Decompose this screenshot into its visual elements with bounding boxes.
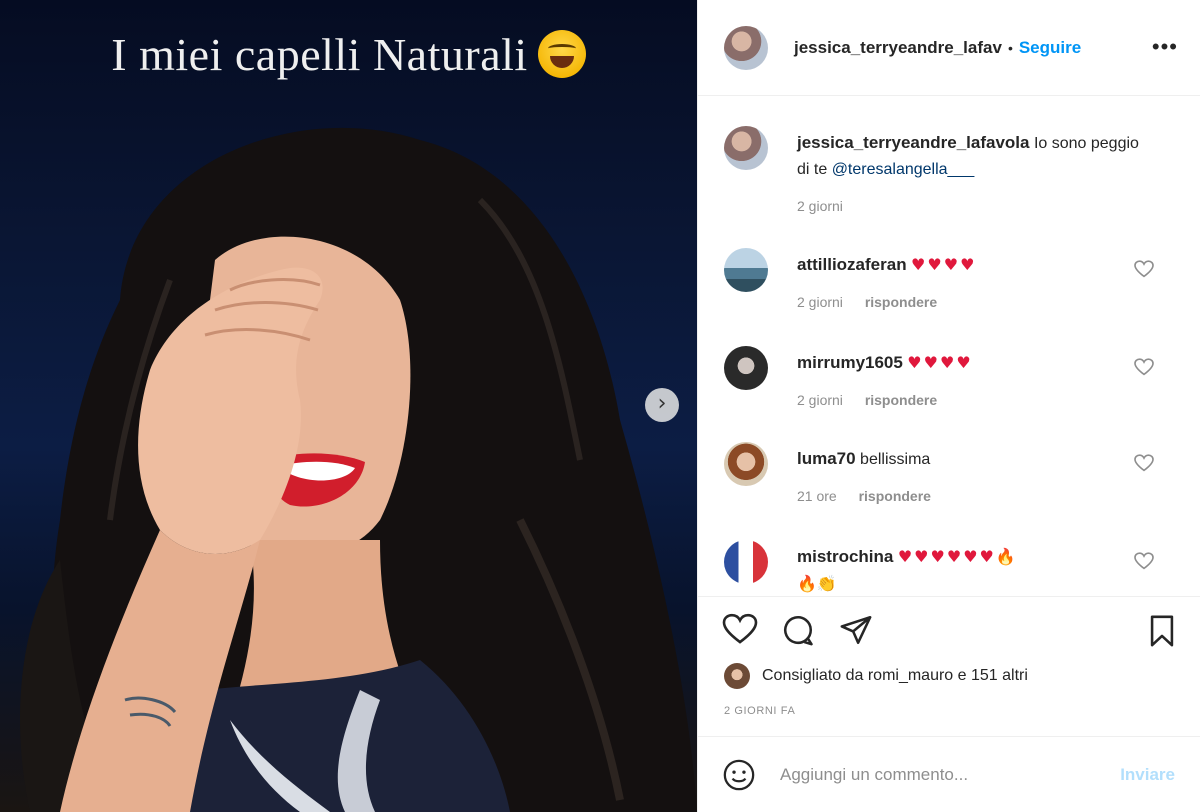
comment-icon[interactable] bbox=[780, 613, 816, 647]
caption-username[interactable]: jessica_terryeandre_lafavola bbox=[797, 133, 1030, 152]
image-caption-overlay: I miei capelli Naturali bbox=[0, 28, 697, 81]
comment-username[interactable]: mirrumy1605 bbox=[797, 353, 903, 372]
post-comment-button[interactable]: Inviare bbox=[1120, 765, 1175, 785]
post-timestamp: 2 GIORNI FA bbox=[724, 705, 796, 717]
comment-text: bellissima bbox=[860, 451, 931, 468]
like-comment-icon[interactable] bbox=[1134, 552, 1154, 570]
heart-icon[interactable] bbox=[722, 613, 758, 645]
comment-avatar[interactable] bbox=[724, 442, 768, 486]
like-comment-icon[interactable] bbox=[1134, 358, 1154, 376]
smiley-icon[interactable] bbox=[722, 758, 756, 792]
comment-body: mirrumy1605 ♥♥♥♥ bbox=[797, 350, 1142, 377]
like-comment-icon[interactable] bbox=[1134, 454, 1154, 472]
author-username[interactable]: jessica_terryeandre_lafav bbox=[794, 38, 1002, 58]
comment-username[interactable]: attilliozaferan bbox=[797, 255, 907, 274]
post-media[interactable]: I miei capelli Naturali › bbox=[0, 0, 697, 812]
comment-input[interactable] bbox=[780, 764, 1080, 785]
liked-by-row: Consigliato da romi_mauro e 151 altri bbox=[724, 663, 1028, 689]
comment-emoji-line2: 🔥👏 bbox=[797, 574, 837, 593]
comment-hearts: ♥♥♥♥ bbox=[907, 353, 973, 372]
author-avatar[interactable] bbox=[724, 25, 768, 70]
comment-hearts: ♥♥♥♥♥♥ bbox=[897, 547, 996, 566]
follow-button[interactable]: Seguire bbox=[1019, 38, 1081, 58]
bookmark-icon[interactable] bbox=[1145, 613, 1179, 649]
comment-avatar[interactable] bbox=[724, 346, 768, 390]
add-comment-bar: Inviare bbox=[698, 736, 1200, 812]
laughing-emoji-icon bbox=[537, 30, 586, 78]
post-actions: Consigliato da romi_mauro e 151 altri 2 … bbox=[698, 596, 1200, 746]
comments-list[interactable]: jessica_terryeandre_lafavola Io sono peg… bbox=[698, 96, 1200, 596]
reply-button[interactable]: rispondere bbox=[865, 392, 937, 408]
comment-meta: 2 giorni rispondere bbox=[797, 392, 955, 408]
comment-body: mistrochina ♥♥♥♥♥♥🔥 🔥👏 bbox=[797, 544, 1142, 596]
comment-username[interactable]: luma70 bbox=[797, 449, 856, 468]
comment-avatar[interactable] bbox=[724, 248, 768, 292]
image-caption-text: I miei capelli Naturali bbox=[111, 29, 528, 80]
caption-body: jessica_terryeandre_lafavola Io sono peg… bbox=[797, 130, 1142, 183]
comment-time: 21 ore bbox=[797, 488, 837, 504]
caption-mention-link[interactable]: @teresalangella___ bbox=[832, 161, 975, 178]
reply-button[interactable]: rispondere bbox=[859, 488, 931, 504]
caption-time: 2 giorni bbox=[797, 198, 843, 214]
comment-emoji: 🔥 bbox=[995, 547, 1016, 566]
caption-author-avatar[interactable] bbox=[724, 126, 768, 170]
next-slide-button[interactable]: › bbox=[645, 388, 679, 422]
comment-body: luma70 bellissima bbox=[797, 446, 1142, 473]
more-options-icon[interactable]: ••• bbox=[1152, 34, 1178, 60]
comment-time: 2 giorni bbox=[797, 294, 843, 310]
action-icons-row bbox=[722, 613, 874, 647]
chevron-right-icon: › bbox=[657, 391, 667, 416]
comment-time: 2 giorni bbox=[797, 392, 843, 408]
comment-username[interactable]: mistrochina bbox=[797, 547, 893, 566]
comment-meta: 2 giorni rispondere bbox=[797, 294, 955, 310]
post-header: jessica_terryeandre_lafav • Seguire ••• bbox=[698, 0, 1200, 96]
comment-body: attilliozaferan ♥♥♥♥ bbox=[797, 252, 1142, 279]
post-sidebar: jessica_terryeandre_lafav • Seguire ••• … bbox=[697, 0, 1200, 812]
header-separator: • bbox=[1007, 39, 1013, 56]
reply-button[interactable]: rispondere bbox=[865, 294, 937, 310]
post-photo bbox=[20, 127, 697, 812]
comment-hearts: ♥♥♥♥ bbox=[911, 255, 977, 274]
liked-by-avatar[interactable] bbox=[724, 663, 750, 689]
liked-by-text[interactable]: Consigliato da romi_mauro e 151 altri bbox=[762, 667, 1028, 685]
comment-avatar[interactable] bbox=[724, 540, 768, 584]
caption-meta: 2 giorni bbox=[797, 198, 861, 214]
paper-plane-icon[interactable] bbox=[838, 613, 874, 647]
comment-meta: 21 ore rispondere bbox=[797, 488, 949, 504]
like-comment-icon[interactable] bbox=[1134, 260, 1154, 278]
